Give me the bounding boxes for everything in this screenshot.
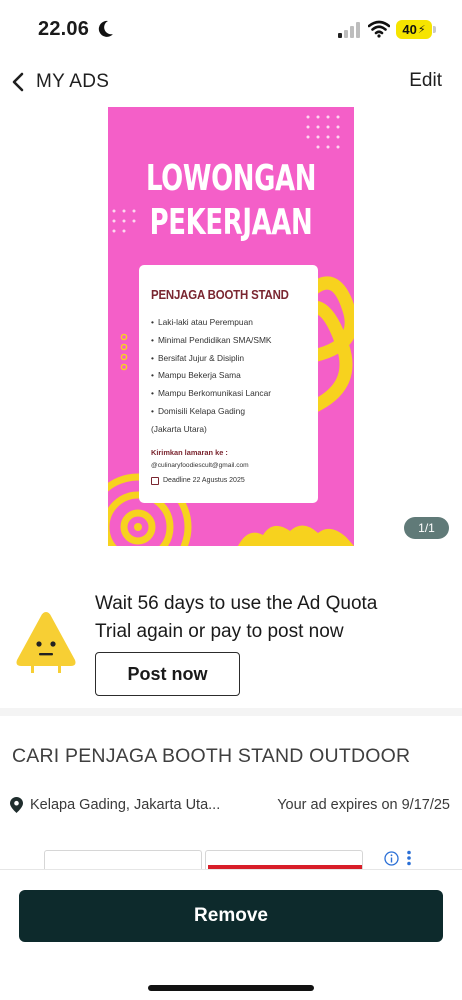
quota-message: Wait 56 days to use the Ad Quota Trial a… <box>95 590 377 646</box>
requirement-item: Laki-laki atau Perempuan <box>151 314 306 332</box>
battery-tip <box>433 26 436 33</box>
poster-card-title: PENJAGA BOOTH STAND <box>151 287 289 302</box>
requirement-item: Domisili Kelapa Gading <box>151 403 306 421</box>
deadline-text: Deadline 22 Agustus 2025 <box>163 477 245 485</box>
chevron-left-icon <box>12 72 24 92</box>
back-button[interactable]: MY ADS <box>8 62 109 102</box>
poster-heading-line1: LOWONGAN <box>145 158 317 199</box>
image-page-counter: 1/1 <box>404 517 449 539</box>
warning-triangle-face-icon <box>16 612 76 673</box>
deadline-row: Deadline 22 Agustus 2025 <box>151 476 306 485</box>
requirement-item: (Jakarta Utara) <box>151 423 207 434</box>
requirements-list: Laki-laki atau Perempuan Minimal Pendidi… <box>151 314 306 439</box>
battery-level: 40 <box>402 22 417 37</box>
poster-heading-line2: PEKERJAAN <box>149 202 313 243</box>
ad-title: CARI PENJAGA BOOTH STAND OUTDOOR <box>12 745 411 767</box>
requirement-item: Mampu Bekerja Sama <box>151 367 306 385</box>
poster-heading: LOWONGAN PEKERJAAN <box>142 157 319 245</box>
apply-label: Kirimkan lamaran ke : <box>151 447 228 457</box>
page-title: MY ADS <box>36 71 110 92</box>
calendar-icon <box>151 476 159 485</box>
signal-icon <box>338 22 360 38</box>
status-bar: 22.06 40 ⚡ <box>0 0 462 58</box>
moon-icon <box>98 20 113 37</box>
info-icon[interactable] <box>384 851 399 866</box>
section-divider <box>0 708 462 716</box>
wifi-icon <box>368 20 390 38</box>
location-pin-icon <box>10 797 23 813</box>
poster-card: PENJAGA BOOTH STAND Laki-laki atau Perem… <box>139 265 318 503</box>
more-vertical-icon[interactable] <box>406 850 412 866</box>
home-indicator[interactable] <box>148 985 314 991</box>
post-now-button[interactable]: Post now <box>95 652 240 696</box>
edit-button[interactable]: Edit <box>409 70 442 92</box>
status-time: 22.06 <box>38 18 90 40</box>
quota-notice: Wait 56 days to use the Ad Quota Trial a… <box>0 578 462 706</box>
requirement-item: Minimal Pendidikan SMA/SMK <box>151 332 306 350</box>
ad-image[interactable]: LOWONGAN PEKERJAAN PENJAGA BOOTH STAND L… <box>108 107 354 546</box>
charging-bolt-icon: ⚡ <box>417 24 426 36</box>
location-row: Kelapa Gading, Jakarta Uta... <box>10 795 220 815</box>
battery-icon: 40 ⚡ <box>396 20 436 39</box>
bottom-action-bar: Remove <box>0 869 462 1000</box>
nav-bar: MY ADS Edit <box>0 62 462 102</box>
location-text: Kelapa Gading, Jakarta Uta... <box>30 797 221 813</box>
quota-message-line2: Trial again or pay to post now <box>95 621 344 642</box>
apply-email: @culinaryfoodiescult@gmail.com <box>151 461 249 469</box>
requirement-item: Mampu Berkomunikasi Lancar <box>151 385 306 403</box>
remove-button[interactable]: Remove <box>19 890 443 942</box>
requirement-item: Bersifat Jujur & Disiplin <box>151 350 306 368</box>
quota-message-line1: Wait 56 days to use the Ad Quota <box>95 593 378 614</box>
expiry-text: Your ad expires on 9/17/25 <box>277 797 450 813</box>
